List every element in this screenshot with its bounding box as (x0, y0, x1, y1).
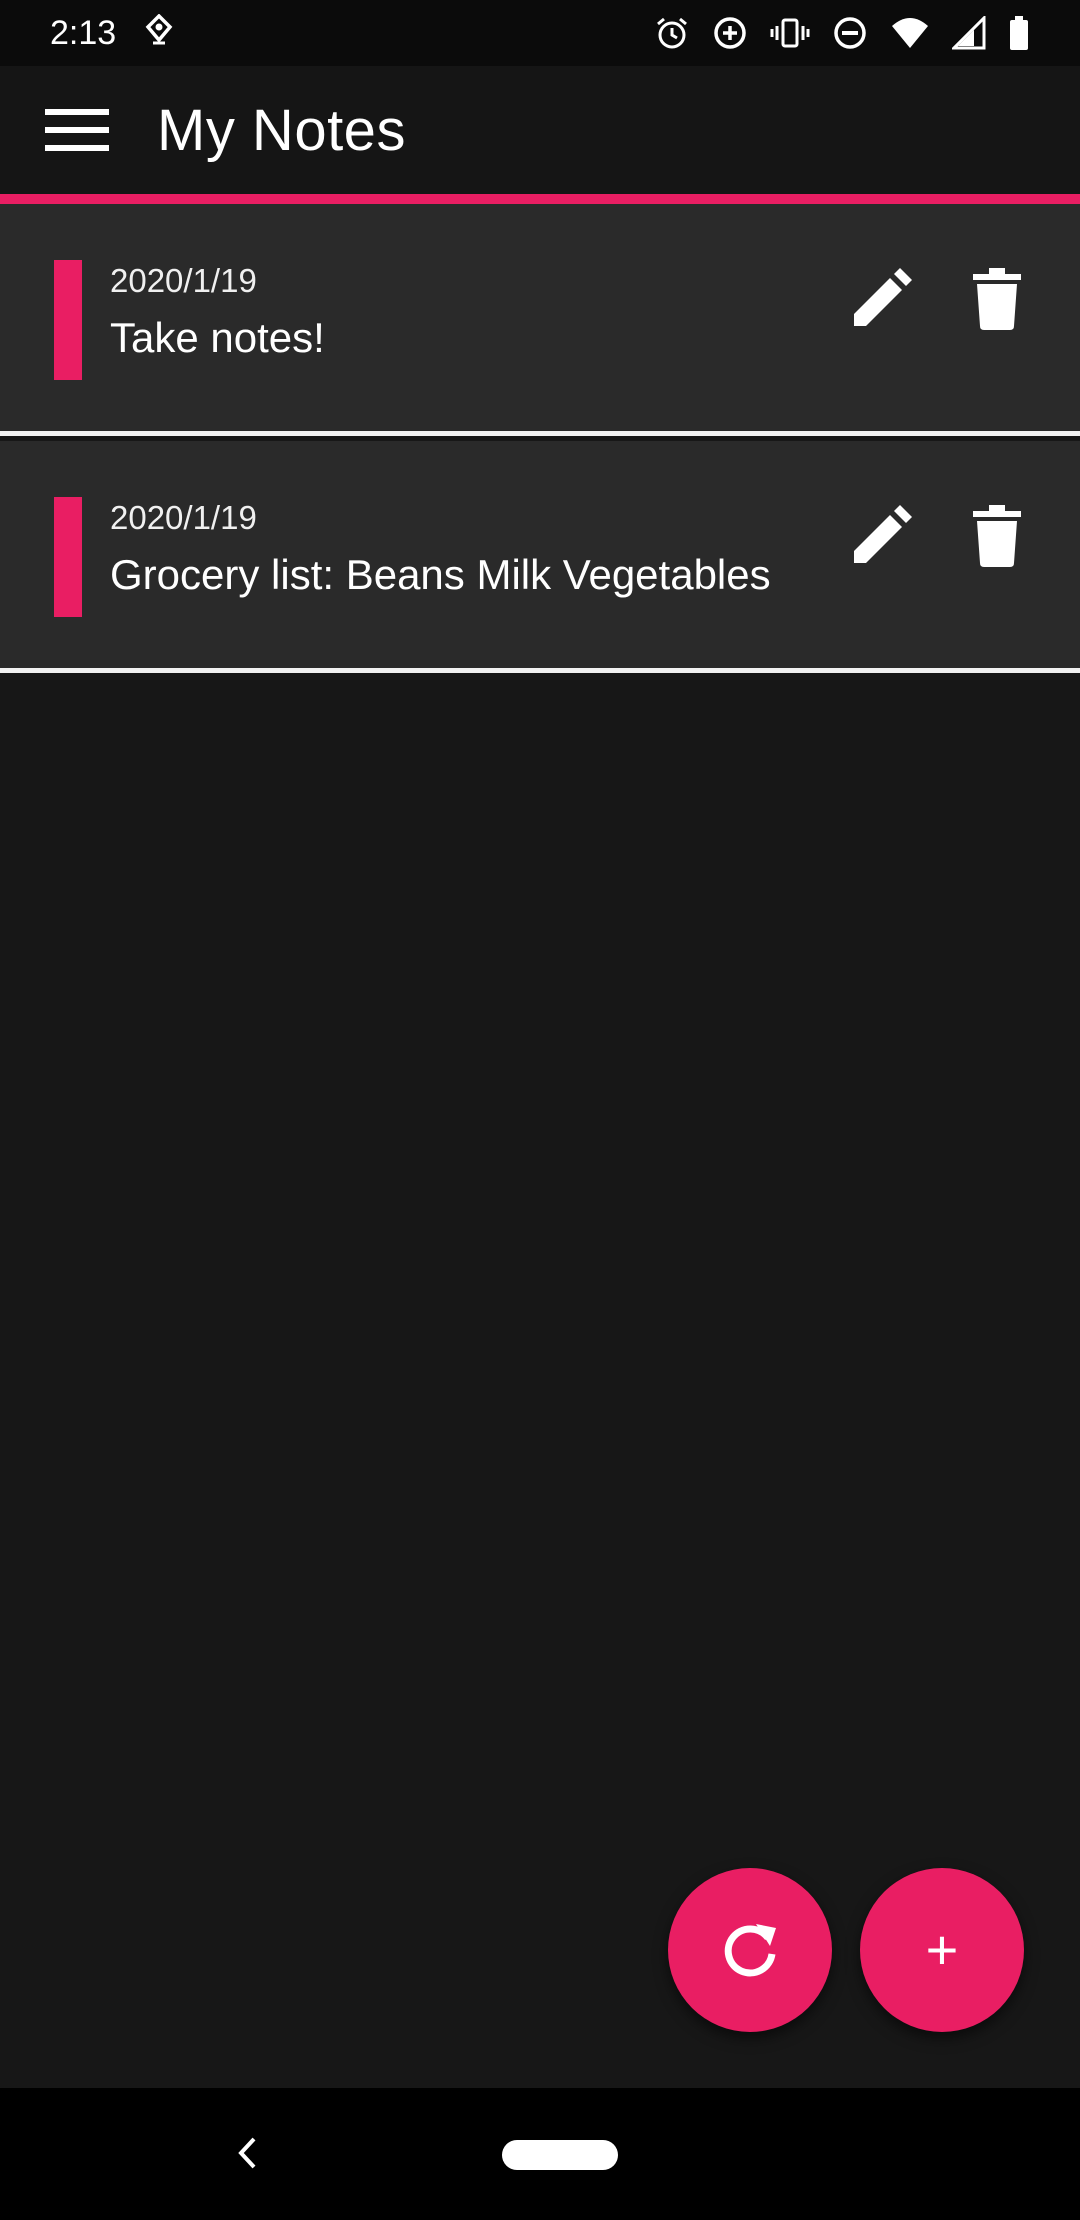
note-actions (846, 264, 1032, 334)
status-bar: 2:13 (0, 0, 1080, 66)
note-date: 2020/1/19 (110, 262, 257, 299)
data-saver-icon (712, 15, 748, 51)
home-pill[interactable] (502, 2140, 618, 2170)
refresh-icon (718, 1916, 782, 1985)
location-pin-icon (144, 13, 174, 53)
note-text: 2020/1/19 Grocery list: Beans Milk Veget… (110, 499, 771, 599)
note-body: Take notes! (110, 314, 325, 361)
delete-icon[interactable] (962, 264, 1032, 334)
note-actions (846, 501, 1032, 571)
app-bar: My Notes (0, 66, 1080, 194)
note-date: 2020/1/19 (110, 499, 257, 536)
note-accent-bar (54, 497, 82, 617)
status-time: 2:13 (50, 13, 117, 52)
status-right (654, 15, 1030, 51)
refresh-button[interactable] (668, 1868, 832, 2032)
edit-icon[interactable] (846, 264, 916, 334)
notes-list: 2020/1/19 Take notes! 2020/1/19 Grocery … (0, 204, 1080, 673)
note-accent-bar (54, 260, 82, 380)
vibrate-icon (770, 15, 810, 51)
navigation-bar (0, 2088, 1080, 2220)
screen: 2:13 My Notes 2020/1/19 Take notes! 2020… (0, 0, 1080, 2220)
note-card[interactable]: 2020/1/19 Grocery list: Beans Milk Veget… (0, 441, 1080, 673)
page-title: My Notes (157, 97, 406, 163)
do-not-disturb-icon (832, 15, 868, 51)
status-left: 2:13 (50, 13, 174, 53)
delete-icon[interactable] (962, 501, 1032, 571)
note-card[interactable]: 2020/1/19 Take notes! (0, 204, 1080, 436)
wifi-icon (890, 16, 930, 50)
hamburger-menu-icon[interactable] (37, 90, 117, 170)
plus-icon: + (925, 1918, 959, 1981)
edit-icon[interactable] (846, 501, 916, 571)
app-bar-accent-line (0, 194, 1080, 204)
battery-icon (1008, 15, 1030, 51)
back-chevron-icon[interactable] (222, 2128, 272, 2178)
note-text: 2020/1/19 Take notes! (110, 262, 325, 362)
alarm-icon (654, 15, 690, 51)
add-note-button[interactable]: + (860, 1868, 1024, 2032)
note-body: Grocery list: Beans Milk Vegetables (110, 551, 771, 598)
cellular-signal-icon (952, 16, 986, 50)
